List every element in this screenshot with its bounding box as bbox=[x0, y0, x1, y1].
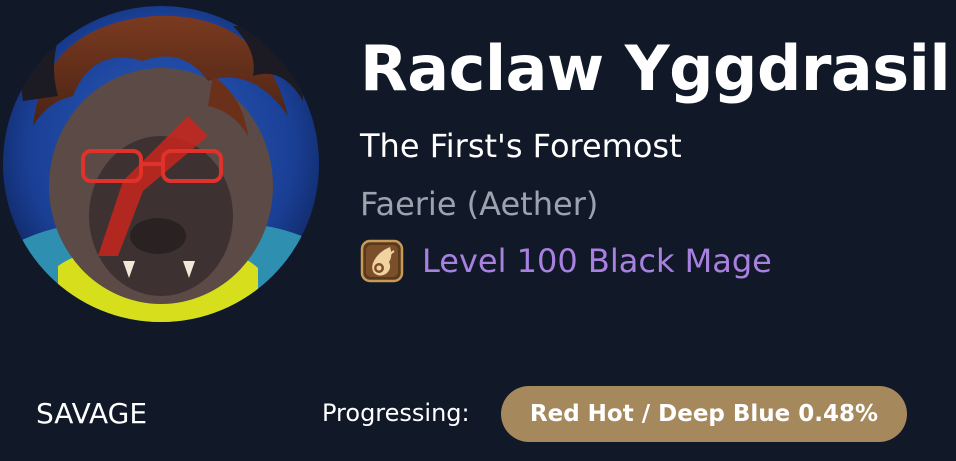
character-server: Faerie (Aether) bbox=[360, 185, 599, 223]
progressing-label: Progressing: bbox=[322, 399, 470, 427]
progress-badge[interactable]: Red Hot / Deep Blue 0.48% bbox=[501, 386, 907, 442]
character-avatar bbox=[3, 6, 319, 322]
character-portrait-image bbox=[3, 6, 319, 322]
job-level-class: Level 100 Black Mage bbox=[422, 242, 772, 280]
job-row: Level 100 Black Mage bbox=[360, 238, 772, 284]
character-name: Raclaw Yggdrasil bbox=[360, 32, 951, 105]
savage-section-label: SAVAGE bbox=[36, 397, 148, 430]
character-title: The First's Foremost bbox=[360, 127, 682, 165]
black-mage-fire-icon bbox=[360, 239, 404, 283]
